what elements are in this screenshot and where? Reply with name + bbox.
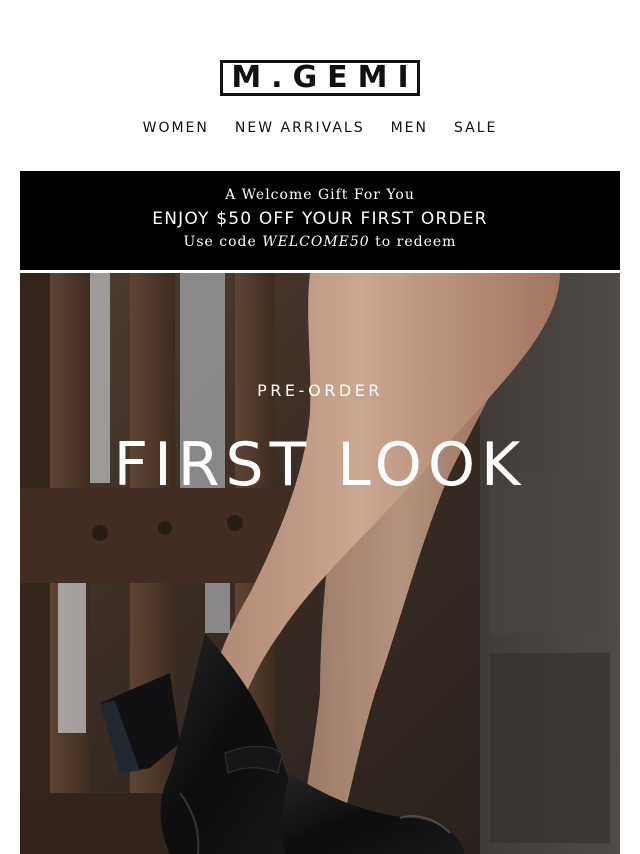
promo-gift-text: A Welcome Gift For You [225,187,415,203]
hero-image [20,273,620,854]
promo-code-line: Use code WELCOME50 to redeem [20,232,620,252]
promo-code-prefix: Use code [183,234,263,250]
nav-item-men[interactable]: MEN [391,120,428,136]
main-nav: WOMEN NEW ARRIVALS MEN SALE [0,120,640,136]
hero-headline: FIRST LOOK [113,430,527,500]
promo-code-suffix: to redeem [369,234,457,250]
hero-banner[interactable]: PRE-ORDER FIRST LOOK [20,273,620,854]
promo-banner[interactable]: A Welcome Gift For You ENJOY $50 OFF YOU… [20,171,620,270]
promo-code: WELCOME50 [262,234,370,250]
header: M.GEMI [0,60,640,96]
promo-offer-text: ENJOY $50 OFF YOUR FIRST ORDER [152,209,488,229]
nav-item-women[interactable]: WOMEN [143,120,209,136]
nav-item-new-arrivals[interactable]: NEW ARRIVALS [235,120,365,136]
nav-item-sale[interactable]: SALE [454,120,497,136]
brand-logo[interactable]: M.GEMI [220,60,420,96]
hero-eyebrow: PRE-ORDER [257,381,383,400]
